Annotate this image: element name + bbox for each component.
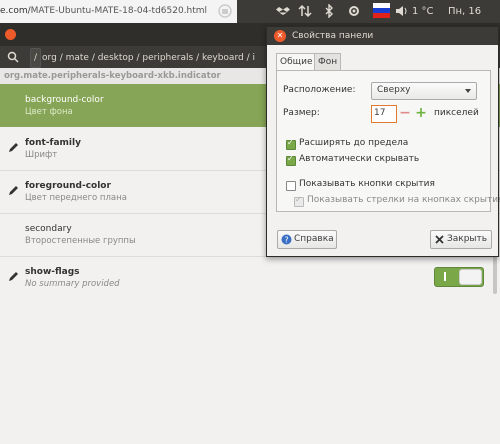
help-label: Справка: [294, 234, 334, 244]
network-arrows-icon[interactable]: [298, 4, 312, 18]
crumb-keyboard[interactable]: / keyboard: [196, 53, 244, 63]
schema-label: org.mate.peripherals-keyboard-xkb.indica…: [4, 71, 221, 81]
autohide-checkbox[interactable]: [286, 154, 296, 166]
help-button[interactable]: ? Справка: [277, 230, 337, 249]
autohide-label: Автоматически скрывать: [299, 154, 420, 164]
key-summary: Цвет фона: [25, 107, 73, 117]
url-prefix: e.com/: [0, 6, 31, 16]
top-panel: e.com/MATE-Ubuntu-MATE-18-04-td6520.html…: [0, 0, 500, 40]
pencil-icon: [9, 143, 18, 152]
size-unit-label: пикселей: [434, 108, 479, 118]
crumb-peripherals[interactable]: / peripherals: [136, 53, 193, 63]
show-flags-switch[interactable]: [434, 267, 484, 287]
expand-checkbox[interactable]: [286, 138, 296, 150]
crumb-desktop[interactable]: / desktop: [92, 53, 134, 63]
help-icon: ?: [281, 234, 292, 245]
browser-url-strip[interactable]: e.com/MATE-Ubuntu-MATE-18-04-td6520.html: [0, 0, 237, 23]
dialog-title: Свойства панели: [292, 31, 374, 41]
switch-knob: [459, 269, 482, 285]
key-summary: Шрифт: [25, 150, 58, 160]
crumb-indicator[interactable]: / i: [247, 53, 255, 63]
tab-general[interactable]: Общие: [276, 53, 317, 71]
position-label: Расположение:: [283, 85, 356, 95]
crumb-root[interactable]: /: [30, 48, 42, 68]
position-combo[interactable]: Сверху: [371, 82, 477, 100]
window-close-button[interactable]: [5, 29, 16, 40]
key-name: foreground-color: [25, 181, 111, 191]
key-summary: No summary provided: [25, 279, 120, 289]
expand-label: Расширять до предела: [299, 138, 409, 148]
crumb-org[interactable]: org: [42, 53, 57, 63]
key-name: secondary: [25, 224, 72, 234]
minus-icon[interactable]: −: [398, 106, 412, 120]
russian-flag-icon[interactable]: [373, 3, 390, 18]
close-x-icon: [435, 235, 444, 244]
list-item[interactable]: show-flags No summary provided: [0, 256, 500, 299]
close-button[interactable]: Закрыть: [430, 230, 492, 249]
key-summary: Цвет переднего плана: [25, 193, 127, 203]
size-input[interactable]: 17: [371, 105, 397, 123]
settings-gear-icon[interactable]: [347, 4, 361, 18]
panel-properties-dialog: ✕ Свойства панели Общие Фон Расположение…: [266, 26, 500, 257]
tab-background[interactable]: Фон: [314, 53, 342, 70]
dialog-titlebar: ✕ Свойства панели: [267, 27, 498, 45]
key-summary: Второстепенные группы: [25, 236, 136, 246]
hide-buttons-checkbox[interactable]: [286, 181, 296, 191]
chevron-down-icon: [465, 89, 471, 93]
key-name: show-flags: [25, 267, 80, 277]
position-value: Сверху: [377, 85, 411, 95]
close-label: Закрыть: [447, 234, 488, 244]
size-value: 17: [374, 108, 386, 118]
pencil-icon: [9, 186, 18, 195]
search-icon[interactable]: [7, 51, 19, 63]
svg-text:?: ?: [284, 236, 288, 245]
general-tab-panel: Расположение: Сверху Размер: 17 − + пикс…: [276, 70, 500, 212]
url-path: MATE-Ubuntu-MATE-18-04-td6520.html: [30, 6, 208, 16]
path-breadcrumb: / org / mate / desktop / peripherals / ke…: [30, 48, 255, 68]
key-name: background-color: [25, 95, 104, 105]
key-name: font-family: [25, 138, 81, 148]
close-icon[interactable]: ✕: [274, 30, 286, 42]
size-label: Размер:: [283, 108, 320, 118]
datetime-label[interactable]: Пн, 16 дек, 12:4: [448, 0, 500, 40]
temperature-label[interactable]: 1 °C: [412, 0, 434, 23]
hide-buttons-label: Показывать кнопки скрытия: [299, 179, 435, 189]
switch-on-mark: [444, 272, 446, 281]
arrows-checkbox: [294, 195, 304, 207]
dropbox-icon[interactable]: [276, 4, 290, 18]
mate-logo-icon[interactable]: [218, 4, 232, 18]
plus-icon[interactable]: +: [414, 106, 428, 120]
bluetooth-icon[interactable]: [322, 4, 336, 18]
pencil-icon: [9, 272, 18, 281]
volume-icon[interactable]: [395, 4, 409, 18]
crumb-mate[interactable]: / mate: [60, 53, 89, 63]
arrows-label: Показывать стрелки на кнопках скрытия: [307, 195, 500, 205]
